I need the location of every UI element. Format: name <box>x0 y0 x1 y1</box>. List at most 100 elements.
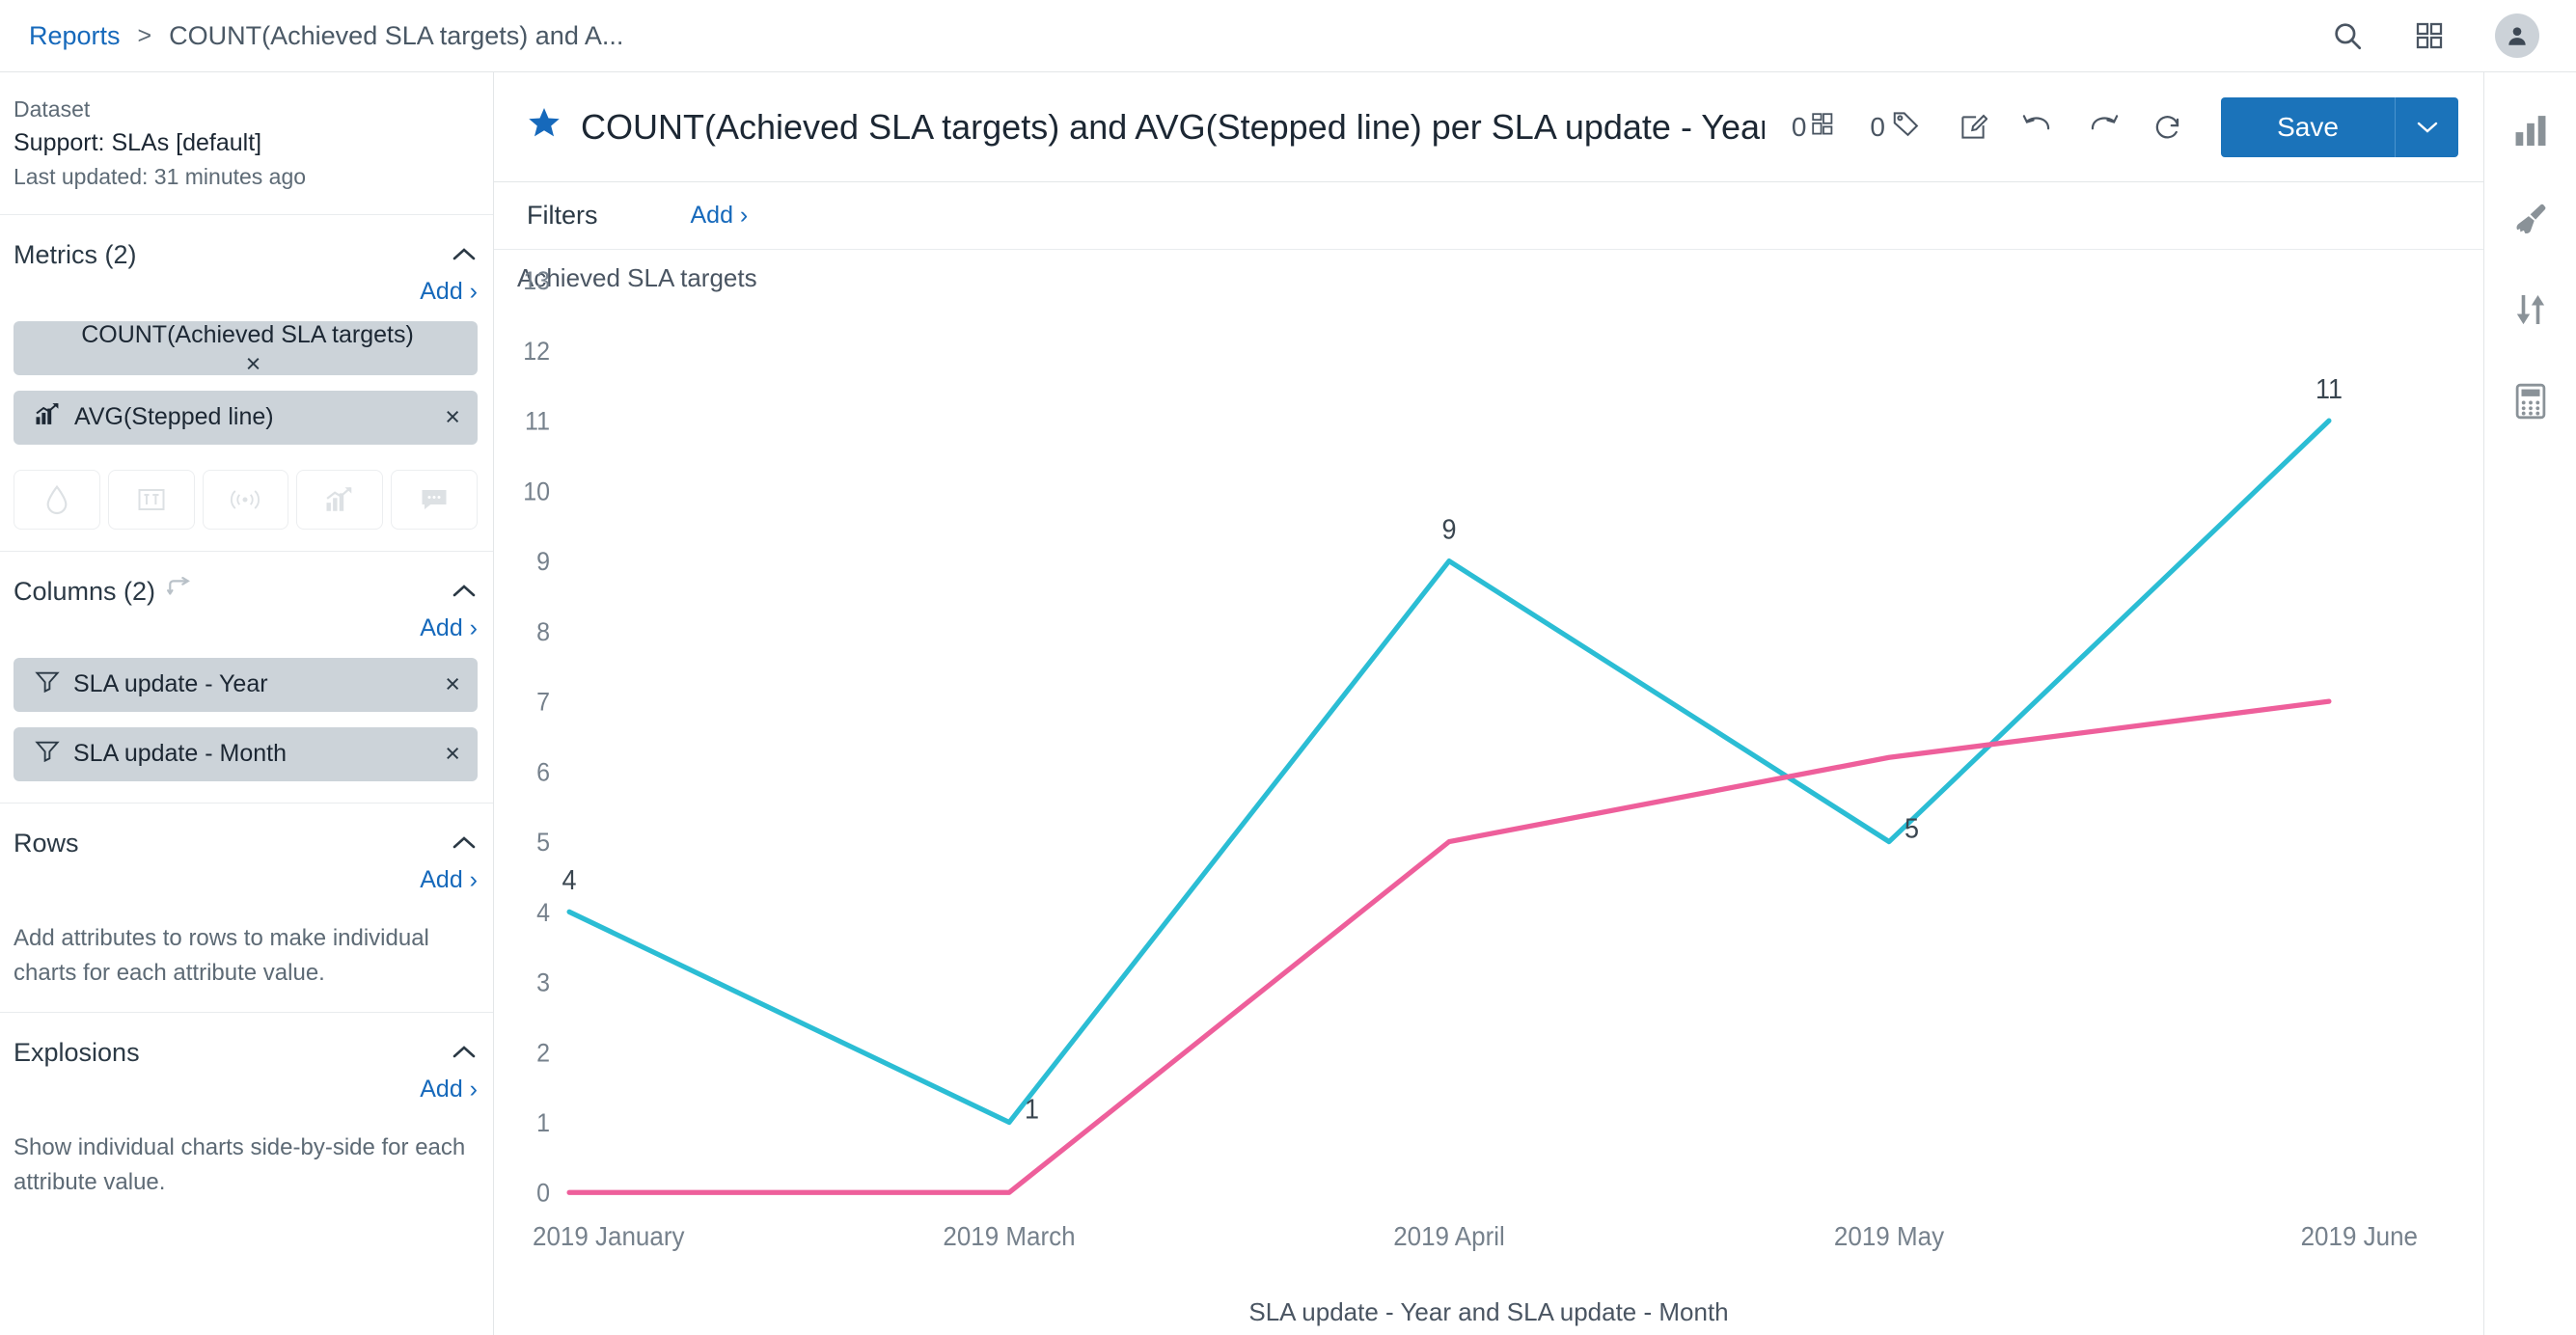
water-drop-icon[interactable] <box>14 469 100 530</box>
grid-apps-icon[interactable] <box>2414 20 2445 51</box>
y-axis-tick-label: 6 <box>536 759 550 787</box>
user-avatar-icon[interactable] <box>2495 14 2539 58</box>
calculator-icon[interactable] <box>2514 383 2547 420</box>
y-axis-tick-label: 7 <box>536 689 550 717</box>
metric-pill-count[interactable]: COUNT(Achieved SLA targets) × <box>14 320 478 378</box>
columns-add-row: Add › <box>14 614 478 642</box>
explosions-add-row: Add › <box>14 1076 478 1103</box>
chart-data-label: 1 <box>1025 1094 1039 1125</box>
x-axis-tick-label: 2019 March <box>943 1221 1075 1251</box>
save-dropdown-chevron-down-icon[interactable] <box>2395 96 2458 157</box>
save-button-group: Save <box>2221 96 2458 157</box>
filter-funnel-icon <box>35 739 60 769</box>
y-axis-tick-label: 12 <box>523 338 550 366</box>
save-button[interactable]: Save <box>2221 96 2395 157</box>
columns-collapse-chevron-up-icon[interactable] <box>451 577 478 600</box>
paint-brush-icon[interactable] <box>2512 202 2549 236</box>
bar-chart-icon[interactable] <box>2512 113 2549 146</box>
chart-data-label: 11 <box>2316 373 2343 404</box>
comment-icon[interactable] <box>391 469 478 530</box>
chart-x-axis-title: SLA update - Year and SLA update - Month <box>1248 1297 1729 1326</box>
search-icon[interactable] <box>2331 19 2364 52</box>
metrics-collapse-chevron-up-icon[interactable] <box>451 240 478 263</box>
rows-section: Rows Add › Add attributes to rows to mak… <box>0 804 493 1013</box>
metrics-header: Metrics (2) <box>14 240 478 270</box>
metric-pill-count-label: COUNT(Achieved SLA targets) <box>81 320 414 348</box>
refresh-icon[interactable] <box>2153 113 2182 142</box>
explosions-collapse-chevron-up-icon[interactable] <box>451 1038 478 1061</box>
dashboard-tiles-icon <box>1812 112 1835 143</box>
metric-pill-count-remove-icon[interactable]: × <box>234 349 261 379</box>
column-pill-month-remove-icon[interactable]: × <box>433 739 460 769</box>
breadcrumb-separator: > <box>137 21 152 49</box>
y-axis-tick-label: 4 <box>536 899 550 927</box>
column-pill-year-label: SLA update - Year <box>73 670 268 698</box>
metric-pill-avg-remove-icon[interactable]: × <box>433 402 460 432</box>
line-chart-canvas[interactable]: 0123456789101112132019 January 2019 March… <box>494 250 2483 1335</box>
x-axis-tick-label: 2019 May <box>1834 1221 1945 1251</box>
metrics-add-link[interactable]: Add › <box>420 278 478 305</box>
rows-note: Add attributes to rows to make individua… <box>14 924 429 986</box>
trend-chart-icon <box>35 402 61 432</box>
report-actions <box>1959 113 2182 142</box>
chart-area[interactable]: Achieved SLA targets 0 1 2 3 4 5 6 7 8 9 10 11 12 13 2… <box>494 250 2483 1335</box>
dataset-label: Dataset <box>14 96 91 122</box>
chart-data-label: 9 <box>1441 514 1456 545</box>
y-axis-tick-label: 11 <box>525 408 550 436</box>
star-filled-icon[interactable] <box>527 105 562 149</box>
main-body: Dataset Support: SLAs [default] Last upd… <box>0 72 2576 1335</box>
explosions-header: Explosions <box>14 1038 478 1068</box>
dashboard-count[interactable]: 0 <box>1792 112 1836 143</box>
explosions-add-link[interactable]: Add › <box>420 1076 478 1103</box>
rows-header: Rows <box>14 829 478 858</box>
metrics-add-row: Add › <box>14 278 478 306</box>
explosions-title: Explosions <box>14 1037 140 1067</box>
dataset-last-updated: Last updated: 31 minutes ago <box>14 163 307 189</box>
column-pill-year-remove-icon[interactable]: × <box>433 669 460 699</box>
y-axis-tick-label: 8 <box>536 618 550 646</box>
rows-add-row: Add › <box>14 866 478 894</box>
report-builder-app: Reports > COUNT(Achieved SLA targets) an… <box>0 0 2576 1335</box>
right-tool-rail <box>2483 72 2576 1335</box>
columns-section: Columns (2) Add › SLA update - Year × SL… <box>0 552 493 804</box>
rows-title: Rows <box>14 828 79 858</box>
filter-funnel-icon <box>35 669 60 699</box>
tag-count[interactable]: 0 <box>1870 109 1920 145</box>
chart-data-label: 4 <box>562 864 576 895</box>
columns-header: Columns (2) <box>14 576 478 607</box>
edit-pencil-icon[interactable] <box>1959 113 1987 142</box>
filters-bar: Filters Add › <box>494 182 2483 250</box>
explosions-note: Show individual charts side-by-side for … <box>14 1133 466 1195</box>
y-axis-tick-label: 13 <box>523 268 550 296</box>
rows-collapse-chevron-up-icon[interactable] <box>451 829 478 852</box>
topbar-actions <box>2331 14 2576 58</box>
chart-series-line[interactable] <box>566 698 2332 1195</box>
breadcrumb-current-report: COUNT(Achieved SLA targets) and A... <box>169 20 624 50</box>
swap-arrows-icon[interactable] <box>165 576 192 607</box>
sort-arrows-icon[interactable] <box>2513 292 2548 327</box>
column-pill-month-label: SLA update - Month <box>73 740 287 768</box>
redo-icon[interactable] <box>2088 113 2119 142</box>
rows-add-link[interactable]: Add › <box>420 866 478 893</box>
metric-pill-avg[interactable]: AVG(Stepped line) × <box>14 390 478 445</box>
columns-title: Columns (2) <box>14 576 156 606</box>
filters-add-link[interactable]: Add › <box>691 202 749 230</box>
breadcrumb-reports-link[interactable]: Reports <box>29 21 121 51</box>
left-config-panel: Dataset Support: SLAs [default] Last upd… <box>0 72 494 1335</box>
explosions-section: Explosions Add › Show individual charts … <box>0 1013 493 1221</box>
trend-chart-icon[interactable] <box>296 469 384 530</box>
y-axis-tick-label: 0 <box>536 1180 550 1208</box>
y-axis-tick-label: 9 <box>536 549 550 577</box>
x-axis-tick-label: 2019 April <box>1393 1221 1505 1251</box>
report-center-pane: COUNT(Achieved SLA targets) and AVG(Step… <box>494 72 2483 1335</box>
pulse-signal-icon[interactable] <box>202 469 289 530</box>
columns-add-link[interactable]: Add › <box>420 614 478 641</box>
undo-icon[interactable] <box>2022 113 2053 142</box>
column-pill-month[interactable]: SLA update - Month × <box>14 726 478 781</box>
dataset-block[interactable]: Dataset Support: SLAs [default] Last upd… <box>0 72 493 215</box>
text-format-icon[interactable] <box>107 469 195 530</box>
page-title: COUNT(Achieved SLA targets) and AVG(Step… <box>581 106 1765 147</box>
column-pill-year[interactable]: SLA update - Year × <box>14 657 478 712</box>
y-axis-tick-label: 3 <box>536 969 550 997</box>
y-axis-tick-label: 5 <box>536 829 550 857</box>
